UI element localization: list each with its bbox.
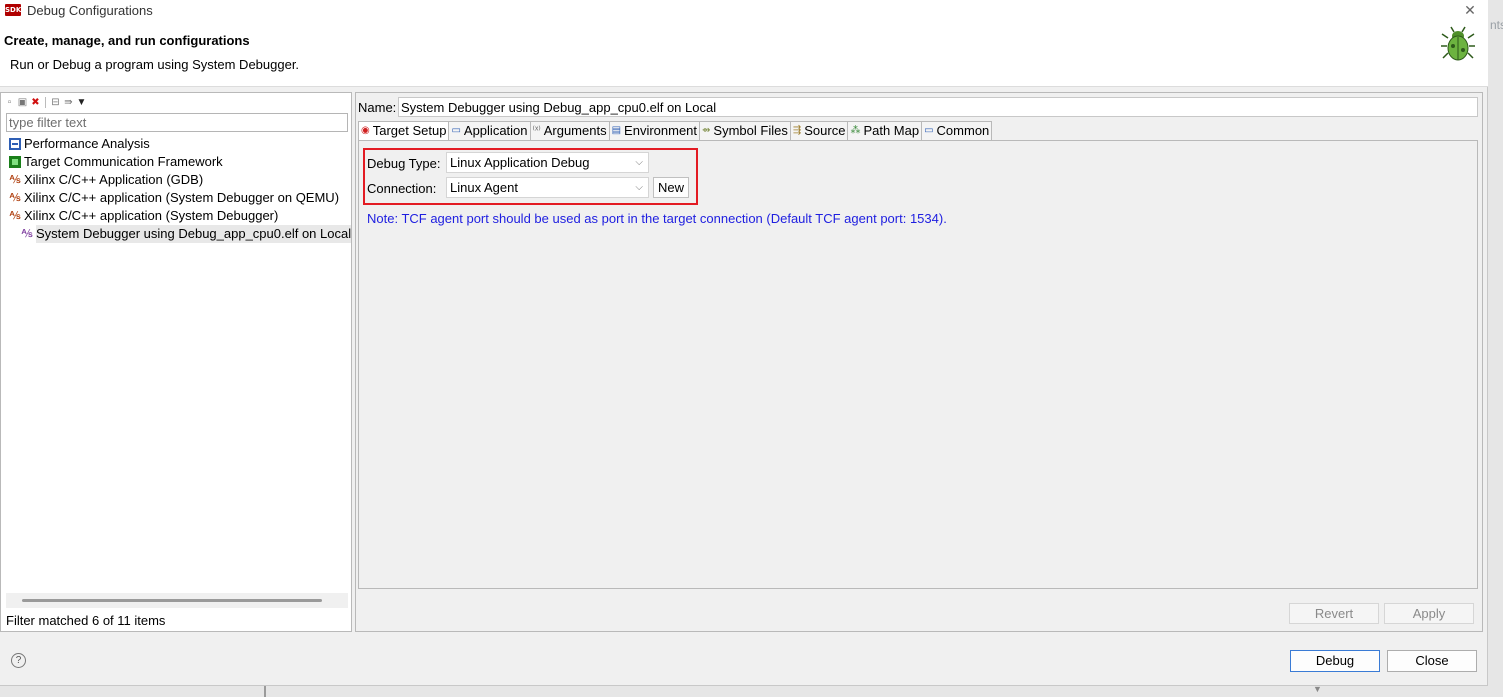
- tab-label: Target Setup: [372, 123, 447, 138]
- bug-icon: [1441, 26, 1475, 61]
- common-icon: ▭: [924, 125, 934, 136]
- filter-icon[interactable]: ⇛: [63, 97, 74, 108]
- background-text-fragment: nts: [1490, 18, 1503, 32]
- xilinx-config-icon: ⅍: [21, 228, 33, 240]
- close-button[interactable]: Close: [1387, 650, 1477, 672]
- tab-label: Application: [463, 123, 528, 138]
- revert-button[interactable]: Revert: [1289, 603, 1379, 624]
- tab-symbol-files[interactable]: ⇴ Symbol Files: [699, 121, 791, 140]
- tree-item-tcf[interactable]: Target Communication Framework: [9, 153, 351, 171]
- tcf-icon: [9, 156, 21, 168]
- tab-label: Common: [936, 123, 990, 138]
- tab-label: Arguments: [543, 123, 607, 138]
- tcf-port-note: Note: TCF agent port should be used as p…: [367, 211, 947, 226]
- dialog-header: Create, manage, and run configurations R…: [0, 20, 1488, 87]
- tab-environment[interactable]: ▤ Environment: [608, 121, 701, 140]
- application-icon: ▭: [451, 125, 461, 136]
- tree-item-label: Performance Analysis: [24, 136, 150, 151]
- debug-button[interactable]: Debug: [1290, 650, 1380, 672]
- help-icon[interactable]: ?: [11, 653, 26, 668]
- title-bar: SDK Debug Configurations ✕: [0, 0, 1488, 20]
- tree-item-label: Xilinx C/C++ application (System Debugge…: [24, 190, 340, 205]
- environment-icon: ▤: [611, 125, 622, 136]
- target-setup-tab-content: Debug Type: Linux Application Debug ⌵ Co…: [358, 140, 1478, 589]
- tree-item-system-debugger-config[interactable]: ⅍ System Debugger using Debug_app_cpu0.e…: [9, 225, 352, 243]
- xilinx-icon: ⅍: [9, 174, 21, 186]
- filter-status: Filter matched 6 of 11 items: [6, 613, 166, 628]
- configuration-tree: Performance Analysis Target Communicatio…: [9, 135, 352, 243]
- tree-item-label: Target Communication Framework: [24, 154, 223, 169]
- symbol-files-icon: ⇴: [702, 125, 711, 136]
- tree-item-label: Xilinx C/C++ Application (GDB): [24, 172, 204, 187]
- tree-item-label: Xilinx C/C++ application (System Debugge…: [24, 208, 279, 223]
- target-icon: ◉: [361, 125, 370, 136]
- sdk-app-icon: SDK: [5, 4, 22, 16]
- configuration-list-panel: ▫ ▣ ✖ ⊟ ⇛ ▼ Performance Analysis Target …: [0, 92, 352, 632]
- xilinx-icon: ⅍: [9, 210, 21, 222]
- tree-item-xilinx-gdb[interactable]: ⅍ Xilinx C/C++ Application (GDB): [9, 171, 351, 189]
- debug-type-value: Linux Application Debug: [450, 155, 590, 170]
- xilinx-icon: ⅍: [9, 192, 21, 204]
- configuration-toolbar: ▫ ▣ ✖ ⊟ ⇛ ▼: [4, 95, 87, 109]
- connection-value: Linux Agent: [450, 180, 518, 195]
- tab-label: Symbol Files: [713, 123, 788, 138]
- debug-type-label: Debug Type:: [367, 156, 441, 171]
- tab-application[interactable]: ▭ Application: [448, 121, 531, 140]
- background-scroll-arrow-icon: ▼: [1313, 684, 1322, 694]
- header-subtitle: Run or Debug a program using System Debu…: [10, 57, 300, 72]
- dropdown-icon[interactable]: ▼: [76, 97, 87, 108]
- debug-configurations-dialog: SDK Debug Configurations ✕ Create, manag…: [0, 0, 1488, 686]
- collapse-all-icon[interactable]: ⊟: [50, 97, 61, 108]
- tree-item-label: System Debugger using Debug_app_cpu0.elf…: [36, 225, 352, 243]
- apply-button[interactable]: Apply: [1384, 603, 1474, 624]
- connection-select[interactable]: Linux Agent ⌵: [446, 177, 649, 198]
- configuration-editor-panel: Name: ◉ Target Setup ▭ Application ⁽ˣ⁾ A…: [355, 92, 1483, 632]
- new-connection-button[interactable]: New: [653, 177, 690, 198]
- path-map-icon: ⁂: [850, 125, 861, 136]
- name-label: Name:: [358, 100, 397, 115]
- tab-label: Source: [804, 123, 846, 138]
- debug-type-select[interactable]: Linux Application Debug ⌵: [446, 152, 649, 173]
- tab-arguments[interactable]: ⁽ˣ⁾ Arguments: [529, 121, 610, 140]
- filter-input[interactable]: [6, 113, 348, 132]
- source-icon: ⇶: [792, 125, 802, 136]
- tree-item-performance-analysis[interactable]: Performance Analysis: [9, 135, 351, 153]
- window-title: Debug Configurations: [27, 2, 153, 18]
- tab-label: Environment: [624, 123, 698, 138]
- tree-item-xilinx-qemu[interactable]: ⅍ Xilinx C/C++ application (System Debug…: [9, 189, 351, 207]
- toolbar-separator: [45, 96, 46, 108]
- background-divider: [264, 686, 266, 697]
- performance-icon: [9, 138, 21, 150]
- horizontal-scrollbar[interactable]: [6, 593, 348, 608]
- scrollbar-thumb[interactable]: [22, 599, 322, 602]
- tab-target-setup[interactable]: ◉ Target Setup: [358, 121, 450, 140]
- chevron-down-icon: ⌵: [635, 157, 643, 168]
- header-title: Create, manage, and run configurations: [4, 33, 250, 48]
- new-config-icon[interactable]: ▫: [4, 97, 15, 108]
- delete-icon[interactable]: ✖: [30, 97, 41, 108]
- window-close-icon[interactable]: ✕: [1460, 0, 1480, 20]
- configuration-name-input[interactable]: [398, 97, 1478, 117]
- configuration-tabs: ◉ Target Setup ▭ Application ⁽ˣ⁾ Argumen…: [358, 121, 993, 140]
- tab-label: Path Map: [863, 123, 920, 138]
- chevron-down-icon: ⌵: [635, 182, 643, 193]
- arguments-icon: ⁽ˣ⁾: [532, 125, 541, 136]
- tree-item-xilinx-system-debugger[interactable]: ⅍ Xilinx C/C++ application (System Debug…: [9, 207, 351, 225]
- connection-label: Connection:: [367, 181, 437, 196]
- tab-source[interactable]: ⇶ Source: [789, 121, 849, 140]
- tab-path-map[interactable]: ⁂ Path Map: [847, 121, 923, 140]
- tab-common[interactable]: ▭ Common: [921, 121, 993, 140]
- duplicate-icon[interactable]: ▣: [17, 97, 28, 108]
